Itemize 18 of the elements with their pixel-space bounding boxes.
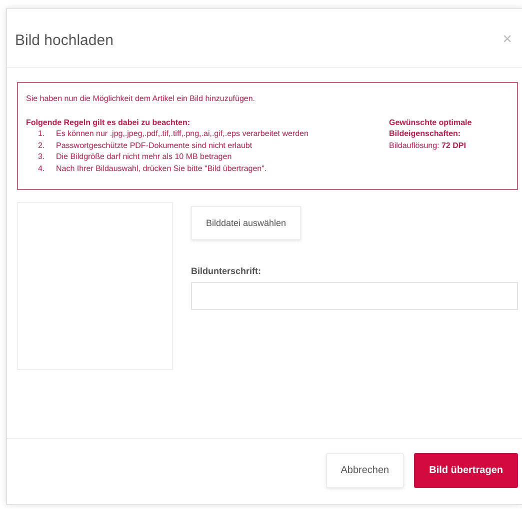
list-number: 2. (38, 140, 46, 152)
rule-text: Nach Ihrer Bildauswahl, drücken Sie bitte "Bild übertragen". (56, 162, 267, 175)
rule-text: Die Bildgröße darf nicht mehr als 10 MB betragen (56, 151, 232, 163)
dialog-title: Bild hochladen (15, 32, 114, 48)
list-number: 1. (38, 128, 46, 140)
caption-label: Bildunterschrift: (191, 266, 262, 276)
rule-text: Passwortgeschützte PDF-Dokumente sind nicht erlaubt (56, 140, 252, 152)
list-number: 3. (38, 151, 46, 163)
rules-heading: Folgende Regeln gilt es dabei zu beachten: (26, 116, 192, 128)
resolution-text: Bildauflösung: 72 DPI (389, 140, 467, 152)
choose-file-button[interactable]: Bilddatei auswählen (191, 206, 302, 240)
rule-text: Es können nur .jpg,.jpeg,.pdf,.tif,.tiff,.png,.ai,.gif,.eps verarbeitet werden (56, 128, 308, 140)
notice-intro: Sie haben nun die Möglichkeit dem Artikel ein Bild hinzuzufügen. (26, 93, 256, 105)
list-number: 4. (38, 162, 46, 175)
cancel-button[interactable]: Abbrechen (326, 453, 404, 488)
properties-heading: Gewünschte optimale Bildeigenschaften: (389, 116, 473, 140)
caption-field[interactable] (191, 282, 518, 310)
upload-button[interactable]: Bild übertragen (414, 453, 518, 488)
